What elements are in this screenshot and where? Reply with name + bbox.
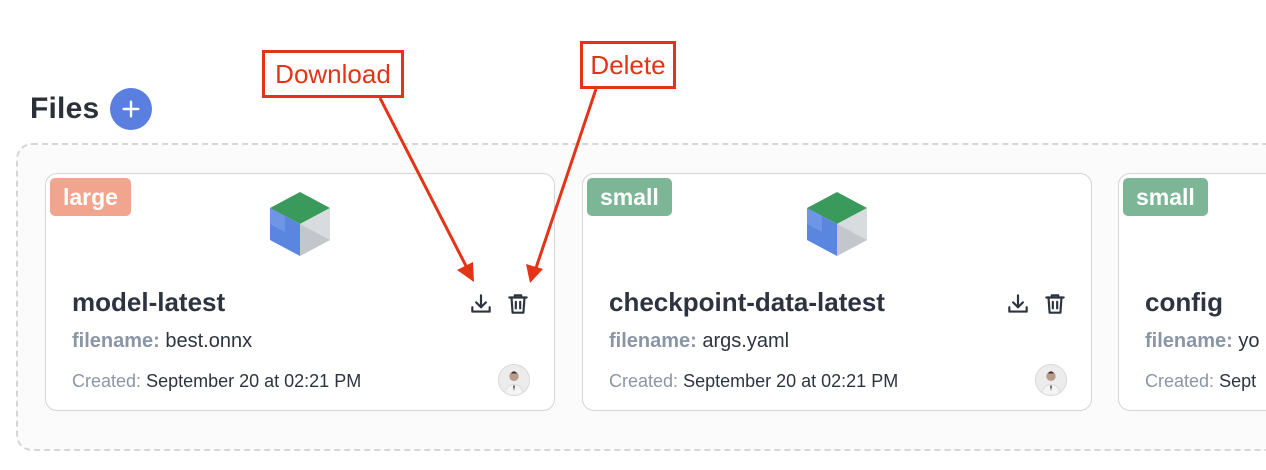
- delete-icon[interactable]: [505, 291, 531, 317]
- file-card[interactable]: small checkpoint-data-latest filename: a…: [582, 173, 1092, 411]
- plus-icon: [122, 100, 140, 118]
- size-badge: small: [1123, 178, 1208, 216]
- size-badge: large: [50, 178, 131, 216]
- delete-icon[interactable]: [1042, 291, 1068, 317]
- file-name: checkpoint-data-latest: [609, 287, 885, 317]
- filename-value: best.onnx: [165, 330, 253, 352]
- delete-callout: Delete: [580, 41, 676, 89]
- files-header: Files: [30, 86, 99, 132]
- delete-callout-label: Delete: [590, 49, 666, 80]
- download-icon[interactable]: [1005, 291, 1031, 317]
- model-cube-icon: [807, 192, 867, 256]
- filename-row: filename: yo: [1145, 330, 1260, 353]
- created-key: Created:: [72, 371, 142, 391]
- files-title: Files: [30, 92, 100, 125]
- file-card[interactable]: small config filename: yo Created: Sept: [1118, 173, 1266, 411]
- files-panel: large model-latest filename: best.onnx C…: [16, 143, 1266, 451]
- file-card[interactable]: large model-latest filename: best.onnx C…: [45, 173, 555, 411]
- created-key: Created:: [1145, 371, 1215, 391]
- file-name: config: [1145, 287, 1223, 317]
- filename-value: args.yaml: [702, 330, 790, 352]
- filename-row: filename: best.onnx: [72, 330, 252, 353]
- filename-row: filename: args.yaml: [609, 330, 789, 353]
- filename-key: filename:: [1145, 330, 1233, 352]
- created-row: Created: September 20 at 02:21 PM: [609, 371, 898, 392]
- size-badge: small: [587, 178, 672, 216]
- avatar[interactable]: [1035, 364, 1067, 396]
- created-row: Created: Sept: [1145, 371, 1256, 392]
- created-row: Created: September 20 at 02:21 PM: [72, 371, 361, 392]
- filename-value: yo: [1238, 330, 1260, 352]
- download-callout: Download: [262, 50, 404, 98]
- file-name: model-latest: [72, 287, 226, 317]
- download-callout-label: Download: [275, 58, 391, 89]
- download-icon[interactable]: [468, 291, 494, 317]
- add-file-button[interactable]: [110, 88, 152, 130]
- model-cube-icon: [270, 192, 330, 256]
- filename-key: filename:: [72, 330, 160, 352]
- filename-key: filename:: [609, 330, 697, 352]
- created-value: September 20 at 02:21 PM: [146, 371, 362, 391]
- created-value: Sept: [1219, 371, 1257, 391]
- created-key: Created:: [609, 371, 679, 391]
- created-value: September 20 at 02:21 PM: [683, 371, 899, 391]
- avatar[interactable]: [498, 364, 530, 396]
